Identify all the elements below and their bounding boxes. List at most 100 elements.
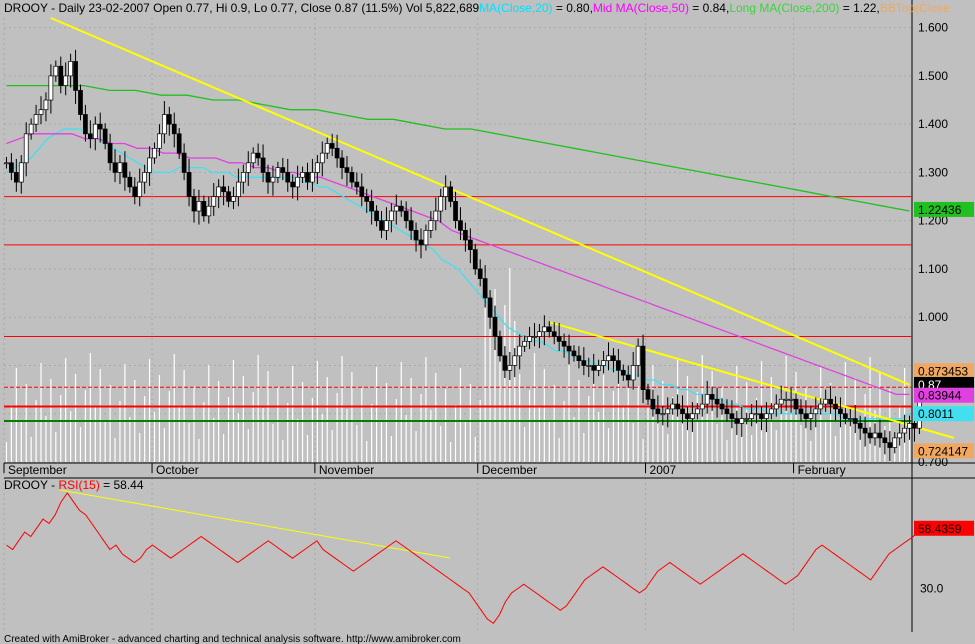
volume-bar [716, 424, 718, 462]
candle-body [315, 162, 320, 173]
candle-body [127, 176, 133, 188]
candle-body [754, 413, 759, 416]
volume-bar [252, 392, 254, 462]
volume-bar [474, 437, 476, 462]
price-tick-label: 1.000 [918, 310, 948, 324]
candle-body [808, 413, 814, 419]
volume-bar [459, 368, 462, 462]
candle-body [310, 172, 315, 183]
volume-bar [568, 364, 570, 462]
candle-body [714, 398, 720, 405]
volume-bar [454, 405, 457, 462]
volume-bar [168, 391, 170, 462]
candle-body [53, 65, 59, 77]
chart-header: DROOY - Daily 23-02-2007 Open 0.77, Hi 0… [4, 1, 950, 15]
candle-body [423, 229, 429, 246]
candle-body [694, 408, 700, 415]
candle-body [206, 205, 212, 217]
candle-body [803, 413, 809, 419]
candle-body [680, 408, 685, 415]
candle-body [606, 355, 611, 362]
volume-bar [504, 305, 506, 462]
candle-body [438, 196, 444, 212]
volume-bar [657, 418, 659, 462]
candle-body [290, 181, 296, 188]
candle-body [334, 147, 340, 159]
candle-body [354, 181, 360, 188]
candle-body [319, 152, 325, 164]
date-label: October [156, 463, 199, 477]
candle-body [324, 143, 330, 154]
price-tick-label: 1.400 [918, 117, 948, 131]
candle-body [389, 210, 394, 222]
candle-body [329, 143, 335, 149]
candle-body [191, 196, 197, 212]
candle-body [571, 350, 577, 357]
volume-bar [297, 419, 299, 462]
volume-bar [825, 420, 827, 462]
volume-bar [528, 390, 531, 462]
volume-bar [775, 430, 777, 462]
volume-bar [25, 384, 27, 462]
volume-bar [257, 355, 259, 462]
volume-bar [573, 417, 575, 462]
volume-bar [198, 439, 200, 462]
candle-body [862, 427, 868, 434]
price-label-text: 0.83944 [918, 389, 962, 403]
price-tick-label: 1.500 [918, 69, 948, 83]
candle-body [240, 172, 246, 183]
volume-bar [489, 326, 491, 462]
candle-body [38, 109, 44, 115]
candle-body [596, 365, 601, 371]
candle-body [764, 413, 769, 419]
candle-body [719, 403, 725, 410]
volume-bar [30, 437, 32, 462]
candle-body [655, 408, 661, 415]
candle-body [122, 162, 128, 178]
candle-body [877, 432, 883, 439]
volume-bar [60, 395, 62, 462]
candle-body [482, 278, 488, 299]
candle-body [611, 355, 616, 362]
candle-body [364, 196, 370, 202]
volume-bar [810, 441, 812, 462]
volume-bar [104, 422, 106, 462]
candle-body [709, 394, 715, 400]
candle-body [359, 186, 365, 197]
volume-bar [553, 385, 555, 462]
date-label: 2007 [650, 463, 677, 477]
candle-body [305, 172, 310, 183]
price-tick-label: 1.100 [918, 262, 948, 276]
volume-bar [563, 401, 565, 462]
candle-body [872, 432, 878, 439]
volume-bar [79, 427, 82, 462]
candle-body [102, 128, 108, 144]
volume-bar [129, 417, 131, 462]
price-tick-label: 1.300 [918, 165, 948, 179]
volume-bar [449, 442, 452, 462]
candle-body [63, 75, 69, 86]
candle-body [532, 336, 537, 338]
candle-body [857, 423, 863, 429]
volume-bar [148, 359, 151, 462]
volume-bar [721, 387, 723, 462]
candle-body [255, 152, 261, 159]
volume-bar [548, 422, 550, 462]
volume-bar [84, 390, 87, 462]
candle-body [512, 355, 518, 366]
candle-body [813, 408, 819, 415]
volume-bar [479, 400, 481, 462]
volume-bar [292, 366, 294, 462]
volume-bar [183, 370, 185, 462]
candle-body [527, 336, 532, 342]
volume-bar [543, 369, 545, 462]
volume-bar [70, 411, 72, 462]
candle-body [448, 186, 453, 202]
candle-body [413, 229, 419, 241]
candle-body [601, 360, 606, 366]
candle-body [418, 239, 424, 246]
volume-bar [262, 408, 264, 462]
candle-body [586, 365, 592, 367]
candle-body [463, 229, 468, 241]
candle-body [828, 398, 833, 405]
